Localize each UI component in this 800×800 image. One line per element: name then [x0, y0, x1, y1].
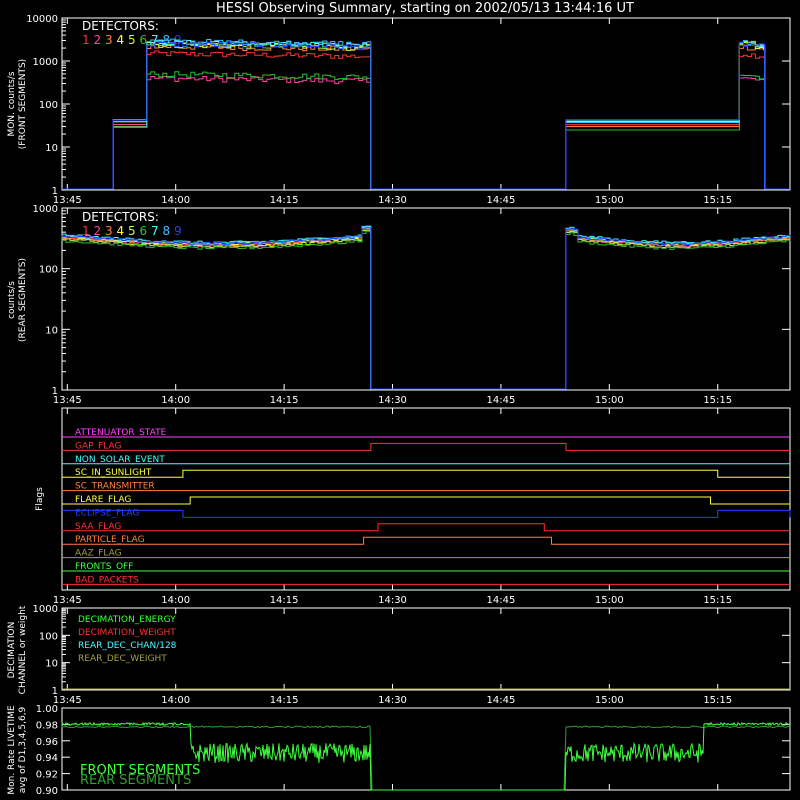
front-ytick-label-3: 1000 — [33, 57, 58, 68]
dec-ytick-label-2: 100 — [39, 631, 58, 642]
live-ytick-label-5: 1.00 — [36, 704, 58, 715]
rear-ytick-label-1: 10 — [45, 325, 58, 336]
live-legend-1: REAR SEGMENTS — [80, 773, 191, 788]
dec-xtick-label-1: 14:00 — [161, 695, 190, 706]
live-ylabel-0: Mon. Rate LIVETIME — [7, 705, 17, 795]
rear-xtick-label-0: 13:45 — [53, 395, 82, 406]
front-ylabel-1: (FRONT SEGMENTS) — [18, 59, 28, 149]
flags-xtick-label-1: 14:00 — [161, 595, 190, 606]
front-detector-number-3: 3 — [105, 33, 113, 47]
flags-xtick-label-6: 15:15 — [703, 595, 732, 606]
front-xtick-label-1: 14:00 — [161, 195, 190, 206]
flag-line-particle_flag — [62, 536, 790, 545]
front-detector-number-4: 4 — [117, 33, 125, 47]
rear-ytick-label-3: 1000 — [33, 204, 58, 215]
rear-detector-number-3: 3 — [105, 224, 113, 238]
front-xtick-label-2: 14:15 — [270, 195, 299, 206]
front-detectors-label: DETECTORS: — [82, 19, 159, 33]
rear-series-1 — [61, 228, 791, 390]
front-ytick-label-2: 100 — [39, 100, 58, 111]
dec-xtick-label-6: 15:15 — [703, 695, 732, 706]
front-series-4 — [62, 40, 790, 190]
observing-summary-chart: HESSI Observing Summary, starting on 200… — [7, 1, 791, 797]
rear-xtick-label-6: 15:15 — [703, 395, 732, 406]
flags-xtick-label-4: 14:45 — [487, 595, 516, 606]
front-detector-number-1: 1 — [82, 33, 90, 47]
dec-ylabel-1: CHANNEL or weight — [18, 605, 28, 694]
rear-detector-number-4: 4 — [117, 224, 125, 238]
rear-detector-number-9: 9 — [174, 224, 182, 238]
dec-ylabel-0: DECIMATION — [7, 622, 17, 679]
front-xtick-label-5: 15:00 — [595, 195, 624, 206]
dec-ytick-label-1: 10 — [45, 659, 58, 670]
flags-panel-frame — [61, 407, 791, 591]
flags-ylabel: Flags — [35, 487, 45, 511]
dec-xtick-label-4: 14:45 — [487, 695, 516, 706]
dec-xtick-label-5: 15:00 — [595, 695, 624, 706]
page-title: HESSI Observing Summary, starting on 200… — [216, 1, 634, 16]
dec-xtick-label-3: 14:30 — [378, 695, 407, 706]
front-xtick-label-6: 15:15 — [703, 195, 732, 206]
front-detector-number-6: 6 — [140, 33, 148, 47]
front-series-2 — [62, 75, 790, 190]
rear-xtick-label-1: 14:00 — [161, 395, 190, 406]
rear-detector-number-7: 7 — [151, 224, 159, 238]
rear-detectors-label: DETECTORS: — [82, 210, 159, 224]
front-detector-number-5: 5 — [128, 33, 136, 47]
rear-series-7 — [61, 225, 791, 390]
front-xtick-label-4: 14:45 — [487, 195, 516, 206]
front-detector-number-2: 2 — [94, 33, 102, 47]
front-series-5 — [62, 42, 790, 190]
rear-series-6 — [61, 230, 791, 390]
front-ytick-label-4: 10000 — [26, 14, 58, 25]
flag-line-sc_in_sunlight — [62, 469, 790, 478]
rear-series-4 — [61, 225, 791, 390]
front-ytick-label-1: 10 — [45, 143, 58, 154]
dec-xtick-label-2: 14:15 — [270, 695, 299, 706]
front-series-6 — [62, 71, 790, 190]
rear-detector-number-5: 5 — [128, 224, 136, 238]
flags-xtick-label-5: 15:00 — [595, 595, 624, 606]
flag-line-eclipse_flag — [62, 509, 791, 518]
live-ytick-label-4: 0.98 — [36, 720, 58, 731]
rear-series-2 — [61, 227, 791, 390]
live-ylabel-1: avg of D1,3,4,5,6,9 — [18, 706, 28, 793]
live-ytick-label-1: 0.92 — [36, 770, 58, 781]
flags-xtick-label-3: 14:30 — [378, 595, 407, 606]
rear-series-3 — [61, 227, 791, 390]
rear-detector-number-2: 2 — [94, 224, 102, 238]
front-xtick-label-3: 14:30 — [378, 195, 407, 206]
front-ylabel-0: MON. counts/s — [7, 71, 17, 136]
rear-ytick-label-2: 100 — [39, 265, 58, 276]
dec-ytick-label-3: 1000 — [33, 604, 58, 615]
rear-series-5 — [61, 228, 791, 390]
flag-line-saa_flag — [62, 523, 790, 532]
rear-detector-number-6: 6 — [140, 224, 148, 238]
flag-line-flare_flag — [62, 496, 790, 505]
rear-series-9 — [61, 227, 791, 390]
rear-panel-frame — [61, 207, 791, 391]
front-series-3 — [62, 43, 790, 190]
front-series-9 — [62, 41, 790, 190]
rear-xtick-label-3: 14:30 — [378, 395, 407, 406]
rear-ylabel-0: counts/s — [7, 281, 17, 319]
rear-series-8 — [61, 225, 791, 390]
dec-legend-2: REAR_DEC_CHAN/128 — [78, 641, 177, 651]
flag-line-gap_flag — [62, 442, 790, 451]
dec-legend-0: DECIMATION_ENERGY — [78, 615, 176, 625]
rear-xtick-label-5: 15:00 — [595, 395, 624, 406]
rear-xtick-label-2: 14:15 — [270, 395, 299, 406]
flags-xtick-label-2: 14:15 — [270, 595, 299, 606]
rear-xtick-label-4: 14:45 — [487, 395, 516, 406]
live-ytick-label-2: 0.94 — [36, 753, 58, 764]
live-ytick-label-3: 0.96 — [36, 737, 58, 748]
rear-detector-number-8: 8 — [163, 224, 171, 238]
dec-legend-3: REAR_DEC_WEIGHT — [78, 654, 167, 664]
front-series-8 — [62, 38, 790, 190]
rear-ylabel-1: (REAR SEGMENTS) — [18, 258, 28, 342]
live-ytick-label-0: 0.90 — [36, 786, 58, 797]
dec-legend-1: DECIMATION_WEIGHT — [78, 628, 176, 638]
front-series-7 — [62, 39, 790, 190]
